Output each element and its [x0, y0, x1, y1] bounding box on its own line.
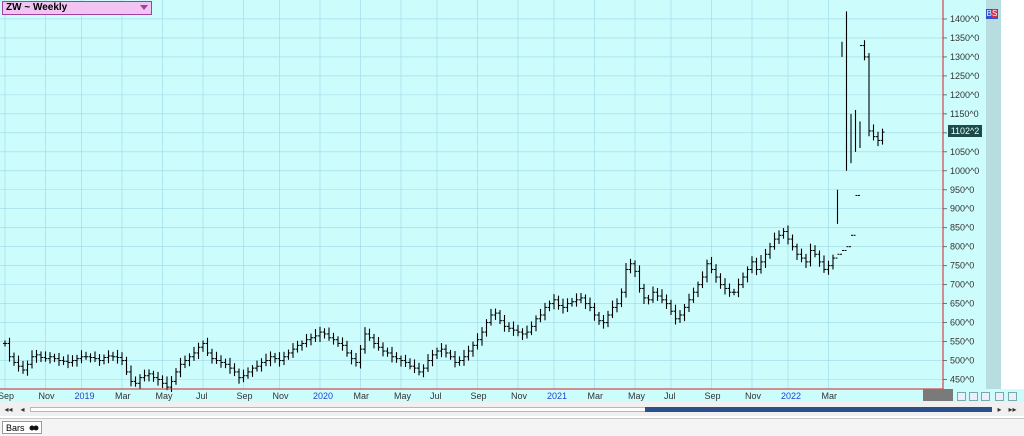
- last-price-tag: 1102^2: [948, 125, 982, 137]
- time-tick-label: Nov: [273, 391, 290, 401]
- time-tick-label: May: [628, 391, 646, 401]
- time-tick-label: 2019: [75, 391, 95, 401]
- time-scrollbar[interactable]: ◂◂ ◂ ▸ ▸▸: [0, 402, 1024, 416]
- scroll-right-end-icon[interactable]: ▸▸: [1008, 405, 1017, 414]
- scroll-thumb[interactable]: [645, 407, 992, 412]
- symbol-selector[interactable]: ZW ~ Weekly: [2, 1, 152, 15]
- plot-area[interactable]: [0, 0, 943, 389]
- price-tick-label: 650^0: [950, 299, 974, 309]
- time-tick-label: Jul: [664, 391, 676, 401]
- price-tick-label: 1350^0: [950, 33, 979, 43]
- time-tick-label: Nov: [511, 391, 528, 401]
- grid-toggle-icon[interactable]: [995, 392, 1004, 401]
- right-scroll-strip[interactable]: [986, 0, 1001, 389]
- price-tick-label: 600^0: [950, 318, 974, 328]
- time-tick-label: Mar: [354, 391, 370, 401]
- price-tick-label: 800^0: [950, 242, 974, 252]
- sell-label: S: [992, 9, 998, 18]
- bottom-toolbar: Bars: [0, 418, 1024, 436]
- dropdown-arrow-icon[interactable]: [140, 5, 148, 10]
- price-tick-label: 700^0: [950, 280, 974, 290]
- axis-corner-box: [923, 389, 953, 401]
- time-tick-label: 2020: [313, 391, 333, 401]
- bars-tab-label: Bars: [6, 423, 25, 433]
- time-tick-label: Sep: [237, 391, 253, 401]
- price-tick-label: 1400^0: [950, 14, 979, 24]
- price-tick-label: 750^0: [950, 261, 974, 271]
- symbol-label: ZW ~ Weekly: [6, 2, 68, 13]
- time-tick-label: 2021: [547, 391, 567, 401]
- time-tick-label: Sep: [471, 391, 487, 401]
- price-tick-label: 1000^0: [950, 166, 979, 176]
- price-tick-label: 900^0: [950, 204, 974, 214]
- scroll-left-icon[interactable]: ◂: [18, 405, 27, 414]
- zoom-in-icon[interactable]: [957, 392, 966, 401]
- time-tick-label: Sep: [705, 391, 721, 401]
- time-tick-label: Nov: [745, 391, 762, 401]
- price-tick-label: 1050^0: [950, 147, 979, 157]
- scroll-left-end-icon[interactable]: ◂◂: [4, 405, 13, 414]
- buy-sell-badge[interactable]: BS: [986, 9, 998, 19]
- scroll-right-icon[interactable]: ▸: [995, 405, 1004, 414]
- chart-style-icon[interactable]: [981, 392, 990, 401]
- price-tick-label: 500^0: [950, 356, 974, 366]
- price-tick-label: 1150^0: [950, 109, 979, 119]
- fit-icon[interactable]: [1008, 392, 1017, 401]
- time-tick-label: 2022: [781, 391, 801, 401]
- price-chart[interactable]: 450^0 500^0 550^0 600^0 650^0 700^0 750^0 800^0…: [0, 0, 1024, 402]
- price-tick-label: 850^0: [950, 223, 974, 233]
- price-tick-label: 950^0: [950, 185, 974, 195]
- time-tick-label: Jul: [430, 391, 442, 401]
- bars-tab[interactable]: Bars: [2, 421, 42, 434]
- price-tick-label: 1200^0: [950, 90, 979, 100]
- time-tick-label: Sep: [0, 391, 14, 401]
- time-tick-label: Mar: [822, 391, 838, 401]
- time-tick-label: Nov: [39, 391, 56, 401]
- time-tick-label: Mar: [588, 391, 604, 401]
- price-tick-label: 1300^0: [950, 52, 979, 62]
- price-tick-label: 450^0: [950, 375, 974, 385]
- time-tick-label: Mar: [115, 391, 131, 401]
- time-tick-label: Jul: [196, 391, 208, 401]
- time-tick-label: May: [394, 391, 412, 401]
- time-tick-label: May: [156, 391, 174, 401]
- link-icon: [29, 425, 39, 431]
- zoom-out-icon[interactable]: [969, 392, 978, 401]
- price-tick-label: 1250^0: [950, 71, 979, 81]
- price-tick-label: 550^0: [950, 337, 974, 347]
